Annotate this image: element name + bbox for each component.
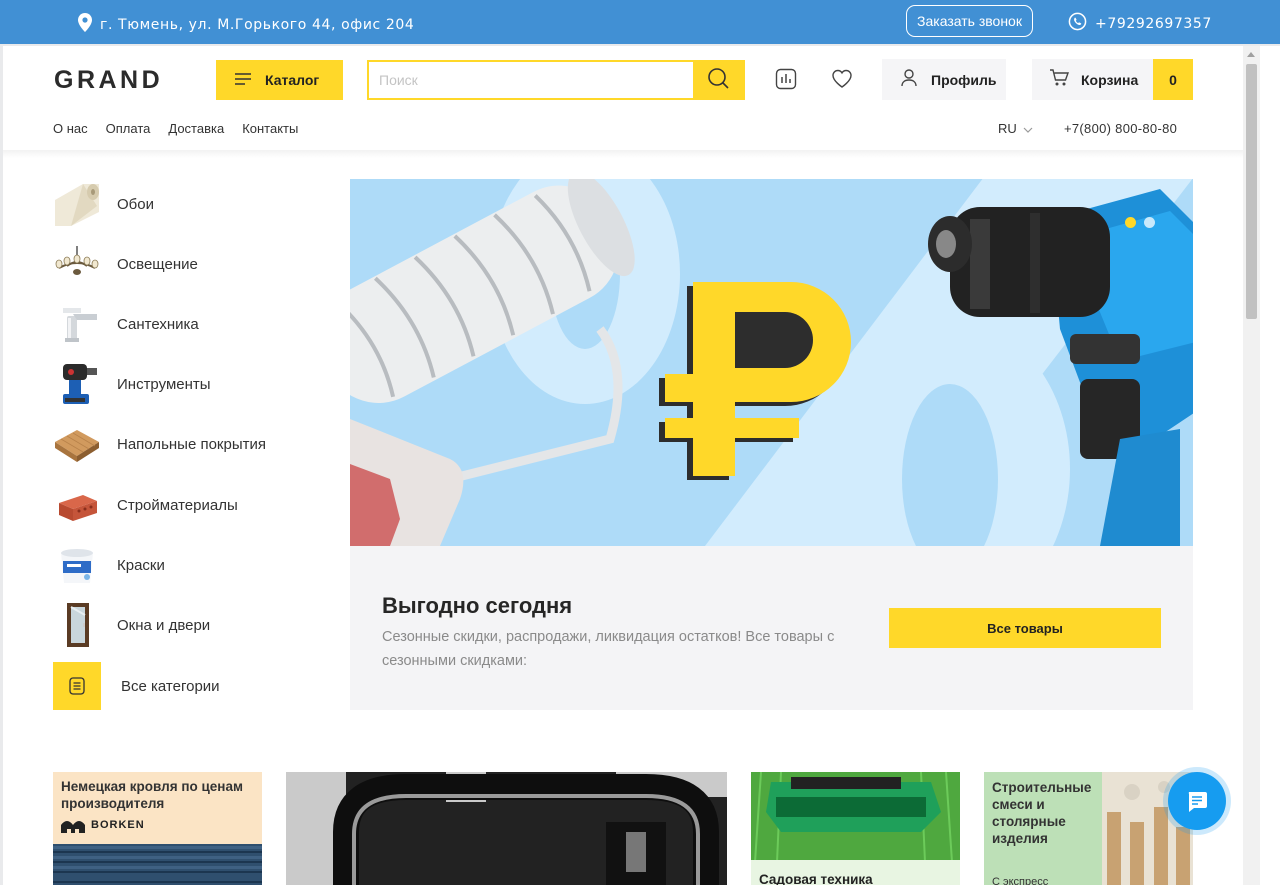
topbar-phone[interactable]: +79292697357 (1068, 12, 1212, 35)
category-label: Краски (117, 556, 165, 574)
list-icon (53, 662, 101, 710)
address: г. Тюмень, ул. М.Горького 44, офис 204 (78, 13, 414, 36)
catalog-button[interactable]: Каталог (216, 60, 343, 100)
site-logo[interactable]: GRAND (54, 66, 163, 95)
borken-mark-icon (61, 821, 85, 833)
brick-icon (53, 481, 101, 529)
category-label: Напольные покрытия (117, 435, 266, 453)
compare-icon[interactable] (773, 66, 799, 92)
search-icon (707, 67, 729, 94)
all-products-button[interactable]: Все товары (889, 608, 1161, 648)
slider-dots (1125, 217, 1155, 228)
category-item-paints[interactable]: Краски (53, 541, 333, 589)
promo-text: Строительные смеси и столярные изделия (992, 780, 1092, 846)
nav-link-delivery[interactable]: Доставка (168, 121, 224, 136)
cart-count-badge: 0 (1153, 59, 1193, 100)
category-item-windows-doors[interactable]: Окна и двери (53, 601, 333, 649)
top-bar: г. Тюмень, ул. М.Горького 44, офис 204 З… (0, 0, 1280, 44)
category-item-building-materials[interactable]: Стройматериалы (53, 481, 333, 529)
favorites-heart-icon[interactable] (829, 66, 855, 92)
profile-label: Профиль (931, 71, 997, 88)
chevron-down-icon (1023, 121, 1033, 136)
category-label: Инструменты (117, 375, 211, 393)
lawn-mower-image (751, 772, 960, 885)
callback-button[interactable]: Заказать звонок (906, 5, 1033, 37)
cart-label: Корзина (1081, 71, 1139, 88)
banner-title: Выгодно сегодня (382, 593, 573, 618)
banner-illustration (350, 179, 1193, 546)
page: GRAND Каталог Профиль Корзина (3, 46, 1243, 885)
banner-info: Выгодно сегодня Сезонные скидки, распрод… (350, 546, 1193, 710)
category-label: Окна и двери (117, 616, 211, 634)
drill-icon (53, 360, 101, 408)
category-item-wallpaper[interactable]: Обои (53, 180, 333, 228)
banner-description: Сезонные скидки, распродажи, ликвидация … (382, 629, 835, 669)
category-item-lighting[interactable]: Освещение (53, 240, 333, 288)
topbar-phone-text: +79292697357 (1095, 15, 1212, 32)
promo-tile-plumbing-photo[interactable] (286, 772, 727, 885)
chat-icon (1188, 792, 1207, 812)
whatsapp-icon (1068, 12, 1087, 35)
chandelier-icon (53, 240, 101, 288)
nav-link-about[interactable]: О нас (53, 121, 88, 136)
promo-tile-garden[interactable]: Садовая техника (751, 772, 960, 885)
location-pin-icon (78, 13, 92, 36)
paint-bucket-icon (53, 541, 101, 589)
promo-text: Немецкая кровля по ценам производителя (61, 779, 243, 811)
wallpaper-roll-icon (53, 180, 101, 228)
category-label: Обои (117, 195, 154, 213)
secondary-nav: О нас Оплата Доставка Контакты (53, 121, 298, 136)
window-edge (1260, 46, 1280, 885)
language-selector[interactable]: RU (998, 121, 1033, 136)
header-phone[interactable]: +7(800) 800-80-80 (1064, 121, 1177, 136)
cart-icon (1049, 69, 1069, 90)
category-label: Освещение (117, 255, 198, 273)
menu-icon (235, 72, 251, 88)
promo-tile-mixes[interactable]: Строительные смеси и столярные изделия С… (984, 772, 1193, 885)
slider-dot-active[interactable] (1125, 217, 1136, 228)
promo-text: Садовая техника (759, 872, 873, 885)
scrollbar-thumb[interactable] (1246, 64, 1257, 319)
roof-tiles-image (53, 844, 262, 885)
brand-name: BORKEN (91, 819, 145, 831)
category-item-all[interactable]: Все категории (53, 662, 333, 710)
category-item-tools[interactable]: Инструменты (53, 360, 333, 408)
page-scrollbar[interactable] (1243, 46, 1260, 885)
search-input[interactable] (369, 62, 693, 98)
chat-widget-button[interactable] (1168, 772, 1226, 830)
category-item-plumbing[interactable]: Сантехника (53, 300, 333, 348)
door-icon (53, 601, 101, 649)
header-divider (3, 150, 1243, 158)
category-label: Все категории (121, 677, 220, 695)
profile-button[interactable]: Профиль (882, 59, 1006, 100)
promo-tile-roofing[interactable]: Немецкая кровля по ценам производителя B… (53, 772, 262, 885)
promo-banner-image[interactable] (350, 179, 1193, 546)
slider-dot[interactable] (1144, 217, 1155, 228)
faucet-icon (53, 300, 101, 348)
language-value: RU (998, 121, 1017, 136)
category-label: Стройматериалы (117, 496, 238, 514)
category-label: Сантехника (117, 315, 199, 333)
faucet-photo (286, 772, 727, 885)
search-bar (367, 60, 745, 100)
address-text: г. Тюмень, ул. М.Горького 44, офис 204 (100, 16, 415, 33)
nav-link-payment[interactable]: Оплата (106, 121, 151, 136)
cart-button[interactable]: Корзина 0 (1032, 59, 1193, 100)
flooring-icon (53, 420, 101, 468)
scroll-up-arrow-icon[interactable] (1247, 52, 1255, 57)
nav-link-contacts[interactable]: Контакты (242, 121, 298, 136)
promo-subtext: С экспресс (992, 876, 1049, 885)
category-item-flooring[interactable]: Напольные покрытия (53, 420, 333, 468)
search-button[interactable] (693, 62, 743, 98)
user-icon (901, 69, 917, 90)
catalog-label: Каталог (265, 72, 320, 88)
borken-logo: BORKEN (61, 817, 145, 833)
